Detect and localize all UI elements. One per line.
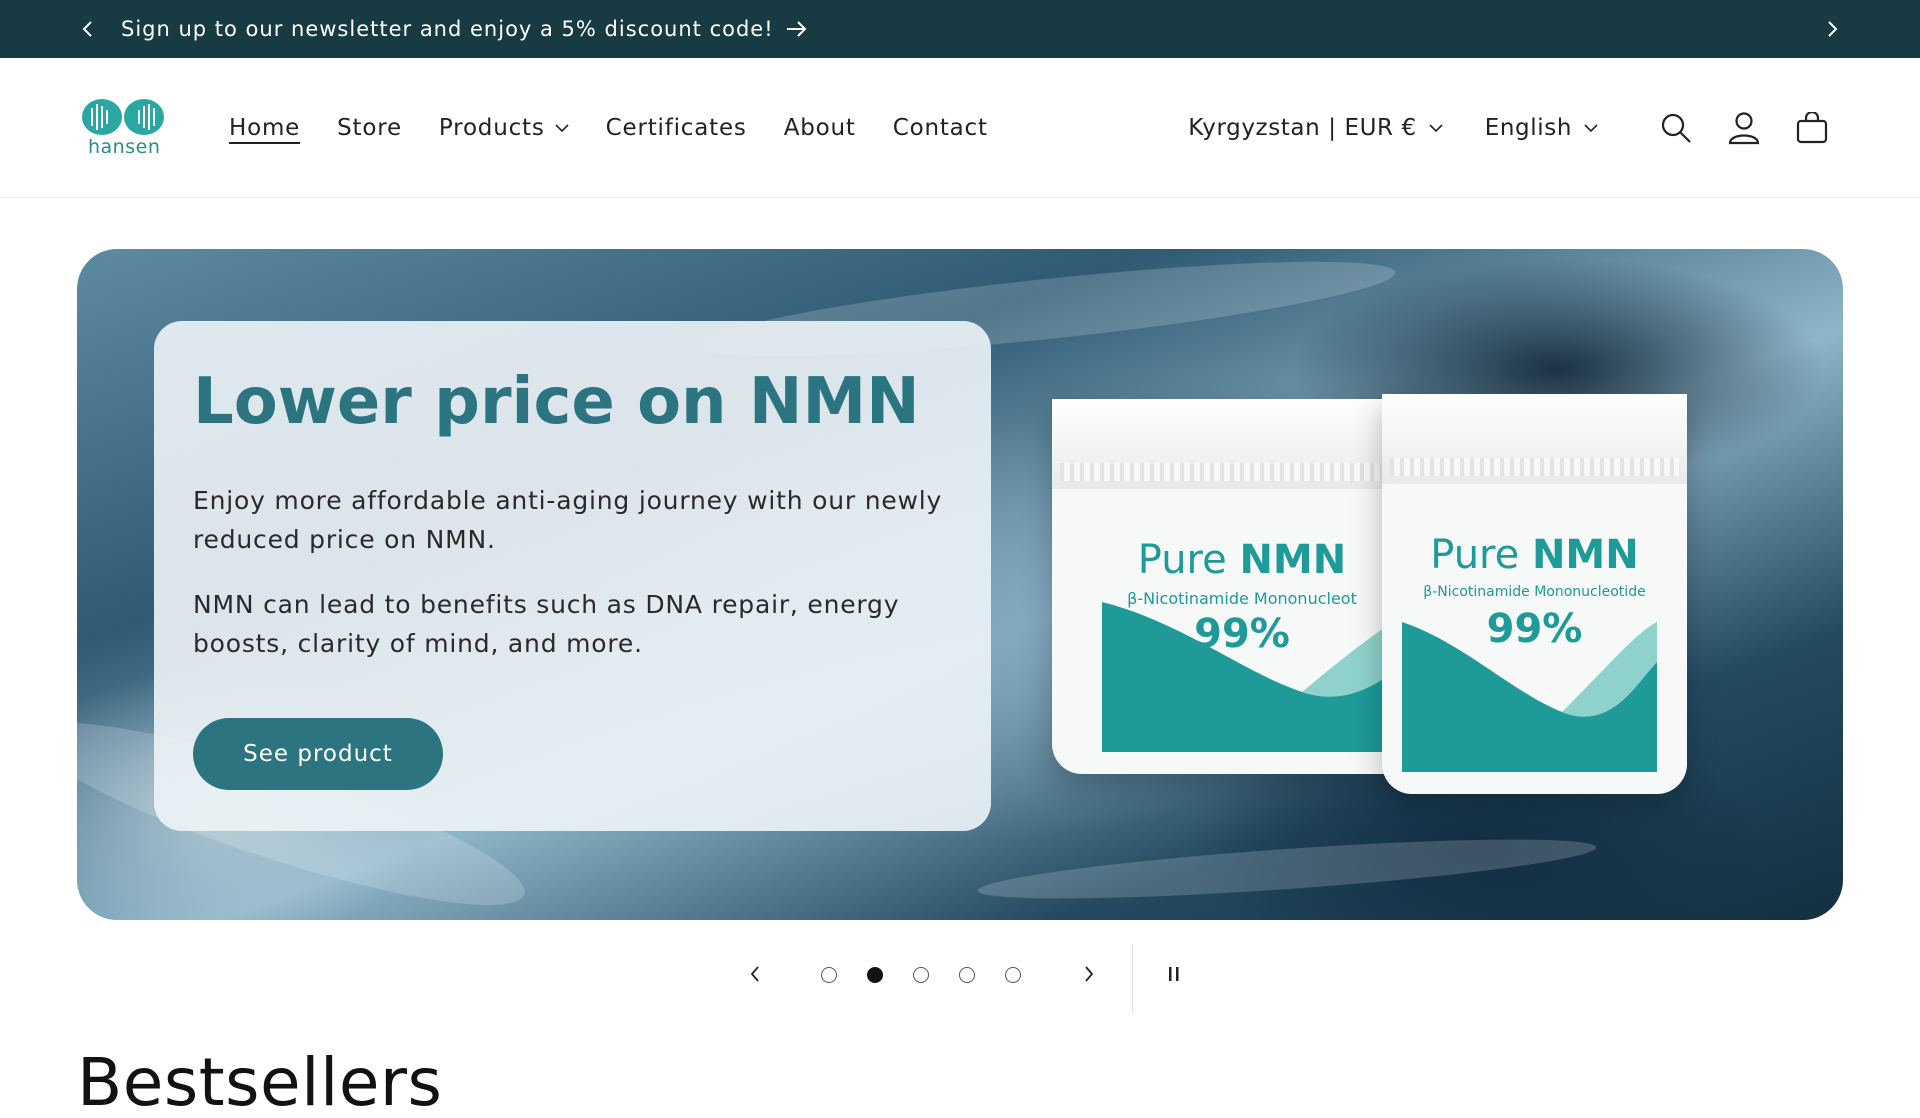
slide-dot[interactable] xyxy=(959,967,975,983)
slide-dot-active[interactable] xyxy=(867,967,883,983)
nav-products-label: Products xyxy=(438,115,545,141)
nav-certificates-label: Certificates xyxy=(605,115,747,141)
cart-button[interactable] xyxy=(1788,104,1836,152)
hero-banner: Lower price on NMN Enjoy more affordable… xyxy=(77,249,1843,920)
nav-home-label: Home xyxy=(229,115,301,141)
slider-controls xyxy=(0,945,1920,1015)
nav-about[interactable]: About xyxy=(784,115,856,141)
pause-icon xyxy=(1169,967,1179,981)
language-selector[interactable]: English xyxy=(1485,115,1598,141)
hero-paragraph: Enjoy more affordable anti-aging journey… xyxy=(193,486,943,554)
account-icon xyxy=(1728,112,1760,145)
product-jar-image: Pure NMN β-Nicotinamide Mononucleot 99% xyxy=(1052,399,1432,774)
hero-paragraph: NMN can lead to benefits such as DNA rep… xyxy=(193,590,900,658)
nav-about-label: About xyxy=(783,115,856,141)
nav-products[interactable]: Products xyxy=(439,115,569,141)
nav-contact-label: Contact xyxy=(892,115,988,141)
hero-title: Lower price on NMN xyxy=(193,365,920,439)
search-icon xyxy=(1661,113,1691,143)
arrow-right-icon xyxy=(786,21,807,37)
site-header: hansen Home Store Products Certificates … xyxy=(0,58,1920,198)
chevron-right-icon xyxy=(1085,966,1094,982)
nav-certificates[interactable]: Certificates xyxy=(606,115,747,141)
slide-dot[interactable] xyxy=(1005,967,1021,983)
chevron-right-icon xyxy=(1828,21,1838,37)
jar-lid xyxy=(1052,399,1432,489)
chevron-left-icon xyxy=(750,966,759,982)
country-selector-label: Kyrgyzstan | EUR € xyxy=(1188,115,1417,141)
search-button[interactable] xyxy=(1652,104,1700,152)
announcement-link[interactable]: Sign up to our newsletter and enjoy a 5%… xyxy=(121,0,808,58)
nav-store-label: Store xyxy=(337,115,402,141)
jar-label-wave xyxy=(1402,622,1657,772)
jar-product-name: Pure NMN xyxy=(1137,537,1347,583)
cart-icon xyxy=(1796,112,1828,144)
account-button[interactable] xyxy=(1720,104,1768,152)
language-selector-label: English xyxy=(1484,115,1572,141)
slide-dot[interactable] xyxy=(913,967,929,983)
announcement-next-button[interactable] xyxy=(1812,0,1852,58)
announcement-prev-button[interactable] xyxy=(68,0,108,58)
hero-card: Lower price on NMN Enjoy more affordable… xyxy=(154,321,991,831)
main-nav: Home Store Products Certificates About C… xyxy=(229,58,988,198)
logo-icon xyxy=(82,99,164,135)
product-jar-image: Pure NMN β-Nicotinamide Mononucleotide 9… xyxy=(1382,394,1687,794)
nav-contact[interactable]: Contact xyxy=(893,115,988,141)
jar-product-subtitle: β-Nicotinamide Mononucleotide xyxy=(1423,584,1646,600)
chevron-down-icon xyxy=(555,124,569,133)
country-selector[interactable]: Kyrgyzstan | EUR € xyxy=(1188,115,1443,141)
ice-texture xyxy=(976,827,1598,911)
header-tools: Kyrgyzstan | EUR € English xyxy=(1188,58,1836,198)
slide-dot[interactable] xyxy=(821,967,837,983)
chevron-down-icon xyxy=(1429,124,1443,133)
chevron-down-icon xyxy=(1584,124,1598,133)
nav-store[interactable]: Store xyxy=(337,115,402,141)
announcement-bar: Sign up to our newsletter and enjoy a 5%… xyxy=(0,0,1920,58)
nav-home[interactable]: Home xyxy=(229,115,300,141)
bestsellers-heading: Bestsellers xyxy=(77,1044,443,1118)
slider-divider xyxy=(1132,945,1133,1013)
logo-text: hansen xyxy=(88,136,161,158)
chevron-left-icon xyxy=(82,21,92,37)
jar-product-name: Pure NMN xyxy=(1430,532,1639,578)
logo[interactable]: hansen xyxy=(80,96,166,160)
slide-next-button[interactable] xyxy=(1074,959,1104,989)
slide-pause-button[interactable] xyxy=(1159,959,1189,989)
announcement-text: Sign up to our newsletter and enjoy a 5%… xyxy=(121,17,774,41)
jar-lid xyxy=(1382,394,1687,484)
slide-prev-button[interactable] xyxy=(740,959,770,989)
see-product-button[interactable]: See product xyxy=(193,718,443,790)
